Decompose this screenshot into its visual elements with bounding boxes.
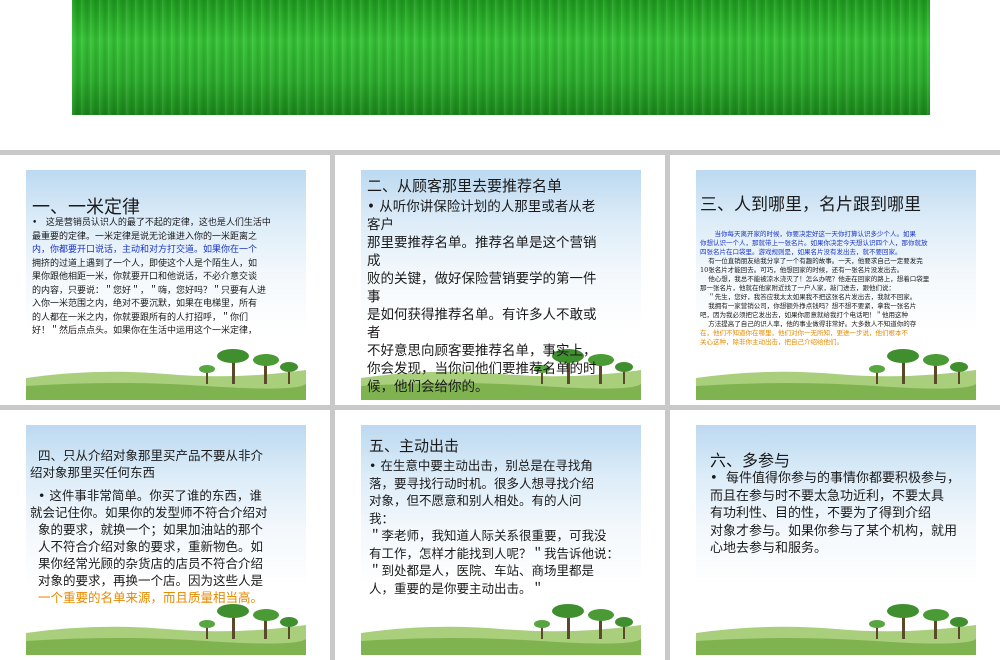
landscape-image: [26, 349, 306, 400]
slide-4[interactable]: 四、只从介绍对象那里买产品不要从非介 绍对象那里买任何东西 • 这件事非常简单。…: [0, 410, 330, 660]
slide-body: • 这是营销员认识人的最了不起的定律，这也是人们生活中 最重要的定律。一米定律是…: [32, 218, 271, 336]
slide-card: 三、人到哪里，名片跟到哪里 当你每天离开家的时候，你要决定好这一天你打算认识多少…: [696, 170, 976, 400]
slide-2[interactable]: 二、从顾客那里去要推荐名单 • 从听你讲保险计划的人那里或者从老客户 那里要推荐…: [335, 155, 665, 405]
landscape-image: [696, 604, 976, 655]
bullet-icon: •: [369, 458, 377, 473]
bullet-icon: •: [710, 471, 718, 486]
slide-title: 一、一米定律: [32, 197, 140, 218]
slide-card: 四、只从介绍对象那里买产品不要从非介 绍对象那里买任何东西 • 这件事非常简单。…: [26, 425, 306, 655]
slide-6[interactable]: 六、多参与 • 每件值得你参与的事情你都要积极参与， 而且在参与时不要太急功近利…: [670, 410, 1000, 660]
landscape-image: [361, 604, 641, 655]
slide-body: • 这件事非常简单。你买了谁的东西，谁 就会记住你。如果你的发型师不符合介绍对 …: [30, 488, 268, 605]
slide-card: 一、一米定律 • 这是营销员认识人的最了不起的定律，这也是人们生活中 最重要的定…: [26, 170, 306, 400]
slide-body: • 在生意中要主动出击，别总是在寻找角 落，要寻找行动时机。很多人想寻找介绍 对…: [369, 458, 620, 596]
bullet-icon: •: [32, 218, 38, 228]
slide-card: 二、从顾客那里去要推荐名单 • 从听你讲保险计划的人那里或者从老客户 那里要推荐…: [361, 170, 641, 400]
slide-title: 二、从顾客那里去要推荐名单: [367, 177, 563, 195]
slide-title: 四、只从介绍对象那里买产品不要从非介 绍对象那里买任何东西: [30, 448, 263, 480]
slide-1[interactable]: 一、一米定律 • 这是营销员认识人的最了不起的定律，这也是人们生活中 最重要的定…: [0, 155, 330, 405]
slide-5[interactable]: 五、主动出击 • 在生意中要主动出击，别总是在寻找角 落，要寻找行动时机。很多人…: [335, 410, 665, 660]
slide-title: 六、多参与: [710, 451, 791, 470]
slide-title: 五、主动出击: [369, 437, 460, 455]
slide-3[interactable]: 三、人到哪里，名片跟到哪里 当你每天离开家的时候，你要决定好这一天你打算认识多少…: [670, 155, 1000, 405]
slide-card: 六、多参与 • 每件值得你参与的事情你都要积极参与， 而且在参与时不要太急功近利…: [696, 425, 976, 655]
bullet-icon: •: [37, 488, 46, 503]
slide-body: • 从听你讲保险计划的人那里或者从老客户 那里要推荐名单。推荐名单是这个营销成 …: [367, 199, 597, 395]
slide-body: • 每件值得你参与的事情你都要积极参与， 而且在参与时不要太急功近利，不要太具 …: [710, 471, 960, 556]
hero-banner: [0, 0, 1000, 150]
grass-image: [72, 0, 930, 115]
landscape-image: [696, 349, 976, 400]
slide-card: 五、主动出击 • 在生意中要主动出击，别总是在寻找角 落，要寻找行动时机。很多人…: [361, 425, 641, 655]
bullet-icon: •: [367, 199, 375, 215]
slide-body: 当你每天离开家的时候，你要决定好这一天你打算认识多少个人。如果 你想认识一个人，…: [700, 230, 930, 346]
slide-title: 三、人到哪里，名片跟到哪里: [700, 195, 921, 215]
